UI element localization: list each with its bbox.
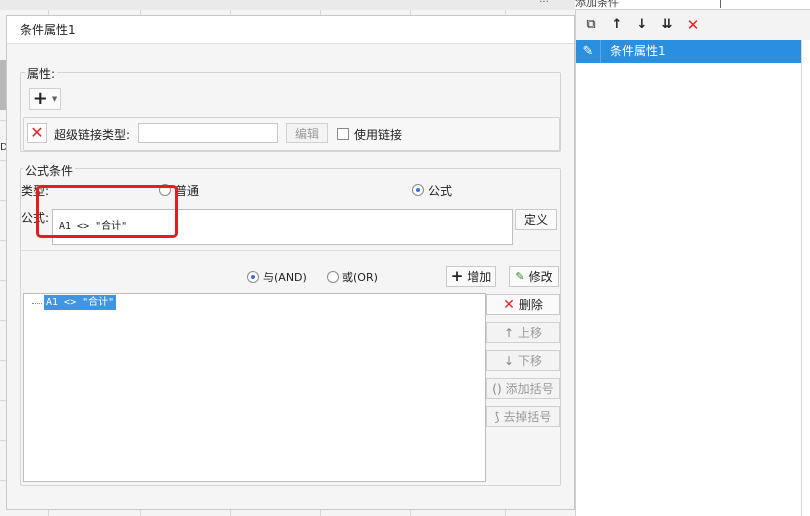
more-icon[interactable]: ··· xyxy=(534,0,554,10)
conditions-list[interactable]: A1 <> "合计" xyxy=(23,293,486,482)
background-toolbar xyxy=(0,0,575,10)
edit-button[interactable]: 编辑 xyxy=(286,123,328,143)
formula-highlight-annotation xyxy=(36,185,178,238)
pencil-icon[interactable]: ✎ xyxy=(576,40,601,63)
plus-icon: + xyxy=(32,88,48,109)
remove-bracket-icon: ⟆ xyxy=(494,409,500,424)
type-formula-radio[interactable] xyxy=(412,184,424,196)
add-bracket-button[interactable]: () 添加括号 xyxy=(486,378,560,399)
move-down-button[interactable]: ↓ 下移 xyxy=(486,350,560,371)
use-link-label: 使用链接 xyxy=(354,128,403,142)
right-panel-header: 添加条件 xyxy=(575,0,810,10)
remove-bracket-button[interactable]: ⟆ 去掉括号 xyxy=(486,406,560,427)
use-link-checkbox[interactable] xyxy=(337,128,349,140)
type-formula-label: 公式 xyxy=(428,184,453,198)
hyperlink-type-label: 超级链接类型: xyxy=(54,128,131,142)
tree-line xyxy=(32,303,42,304)
delete-button[interactable]: ✕ 删除 xyxy=(486,294,560,315)
logic-and-label: 与(AND) xyxy=(263,271,307,284)
plus-icon: + xyxy=(450,267,464,285)
logic-and-radio[interactable] xyxy=(247,271,259,283)
arrow-up-icon: ↑ xyxy=(503,325,515,340)
add-condition-header-label: 添加条件 xyxy=(575,0,619,9)
remove-property-icon[interactable]: ✕ xyxy=(27,123,47,143)
define-button[interactable]: 定义 xyxy=(515,209,557,230)
condition-item[interactable]: A1 <> "合计" xyxy=(44,295,117,310)
type-normal-label: 普通 xyxy=(175,184,200,198)
header-divider xyxy=(720,0,721,8)
move-up-icon[interactable]: ↑ xyxy=(608,16,626,34)
dialog-title: 条件属性1 xyxy=(7,16,574,44)
properties-label: 属性: xyxy=(25,65,58,82)
move-to-bottom-icon[interactable]: ⇊ xyxy=(658,16,676,34)
bracket-icon: () xyxy=(492,381,502,396)
formula-divider xyxy=(21,250,560,251)
dropdown-arrow-icon: ▼ xyxy=(51,95,58,103)
modify-icon: ✎ xyxy=(515,270,525,283)
formula-condition-label: 公式条件 xyxy=(23,162,76,179)
move-up-button[interactable]: ↑ 上移 xyxy=(486,322,560,343)
move-down-icon[interactable]: ↓ xyxy=(633,16,651,34)
condition-properties-dialog: 条件属性1 属性: + ▼ ✕ 超级链接类型: 编辑 使用链接 公式条件 类型:… xyxy=(6,15,575,510)
copy-icon[interactable]: ⧉ xyxy=(582,16,600,34)
condition-list-item[interactable]: ✎ 条件属性1 xyxy=(576,40,801,63)
hyperlink-type-field[interactable] xyxy=(138,123,278,143)
panel-divider xyxy=(801,40,802,516)
logic-or-label: 或(OR) xyxy=(342,271,378,284)
delete-icon: ✕ xyxy=(503,296,515,313)
logic-or-radio[interactable] xyxy=(327,271,339,283)
modify-condition-button[interactable]: ✎ 修改 xyxy=(509,266,559,287)
add-property-button[interactable]: + ▼ xyxy=(29,88,61,110)
delete-condition-icon[interactable]: ✕ xyxy=(684,16,702,34)
arrow-down-icon: ↓ xyxy=(503,353,515,368)
condition-toolbar: ⧉ ↑ ↓ ⇊ ✕ xyxy=(576,10,810,40)
condition-list-item-label: 条件属性1 xyxy=(610,44,666,58)
add-condition-button[interactable]: + 增加 xyxy=(446,266,496,287)
condition-list-panel: ⧉ ↑ ↓ ⇊ ✕ ✎ 条件属性1 xyxy=(575,10,810,516)
